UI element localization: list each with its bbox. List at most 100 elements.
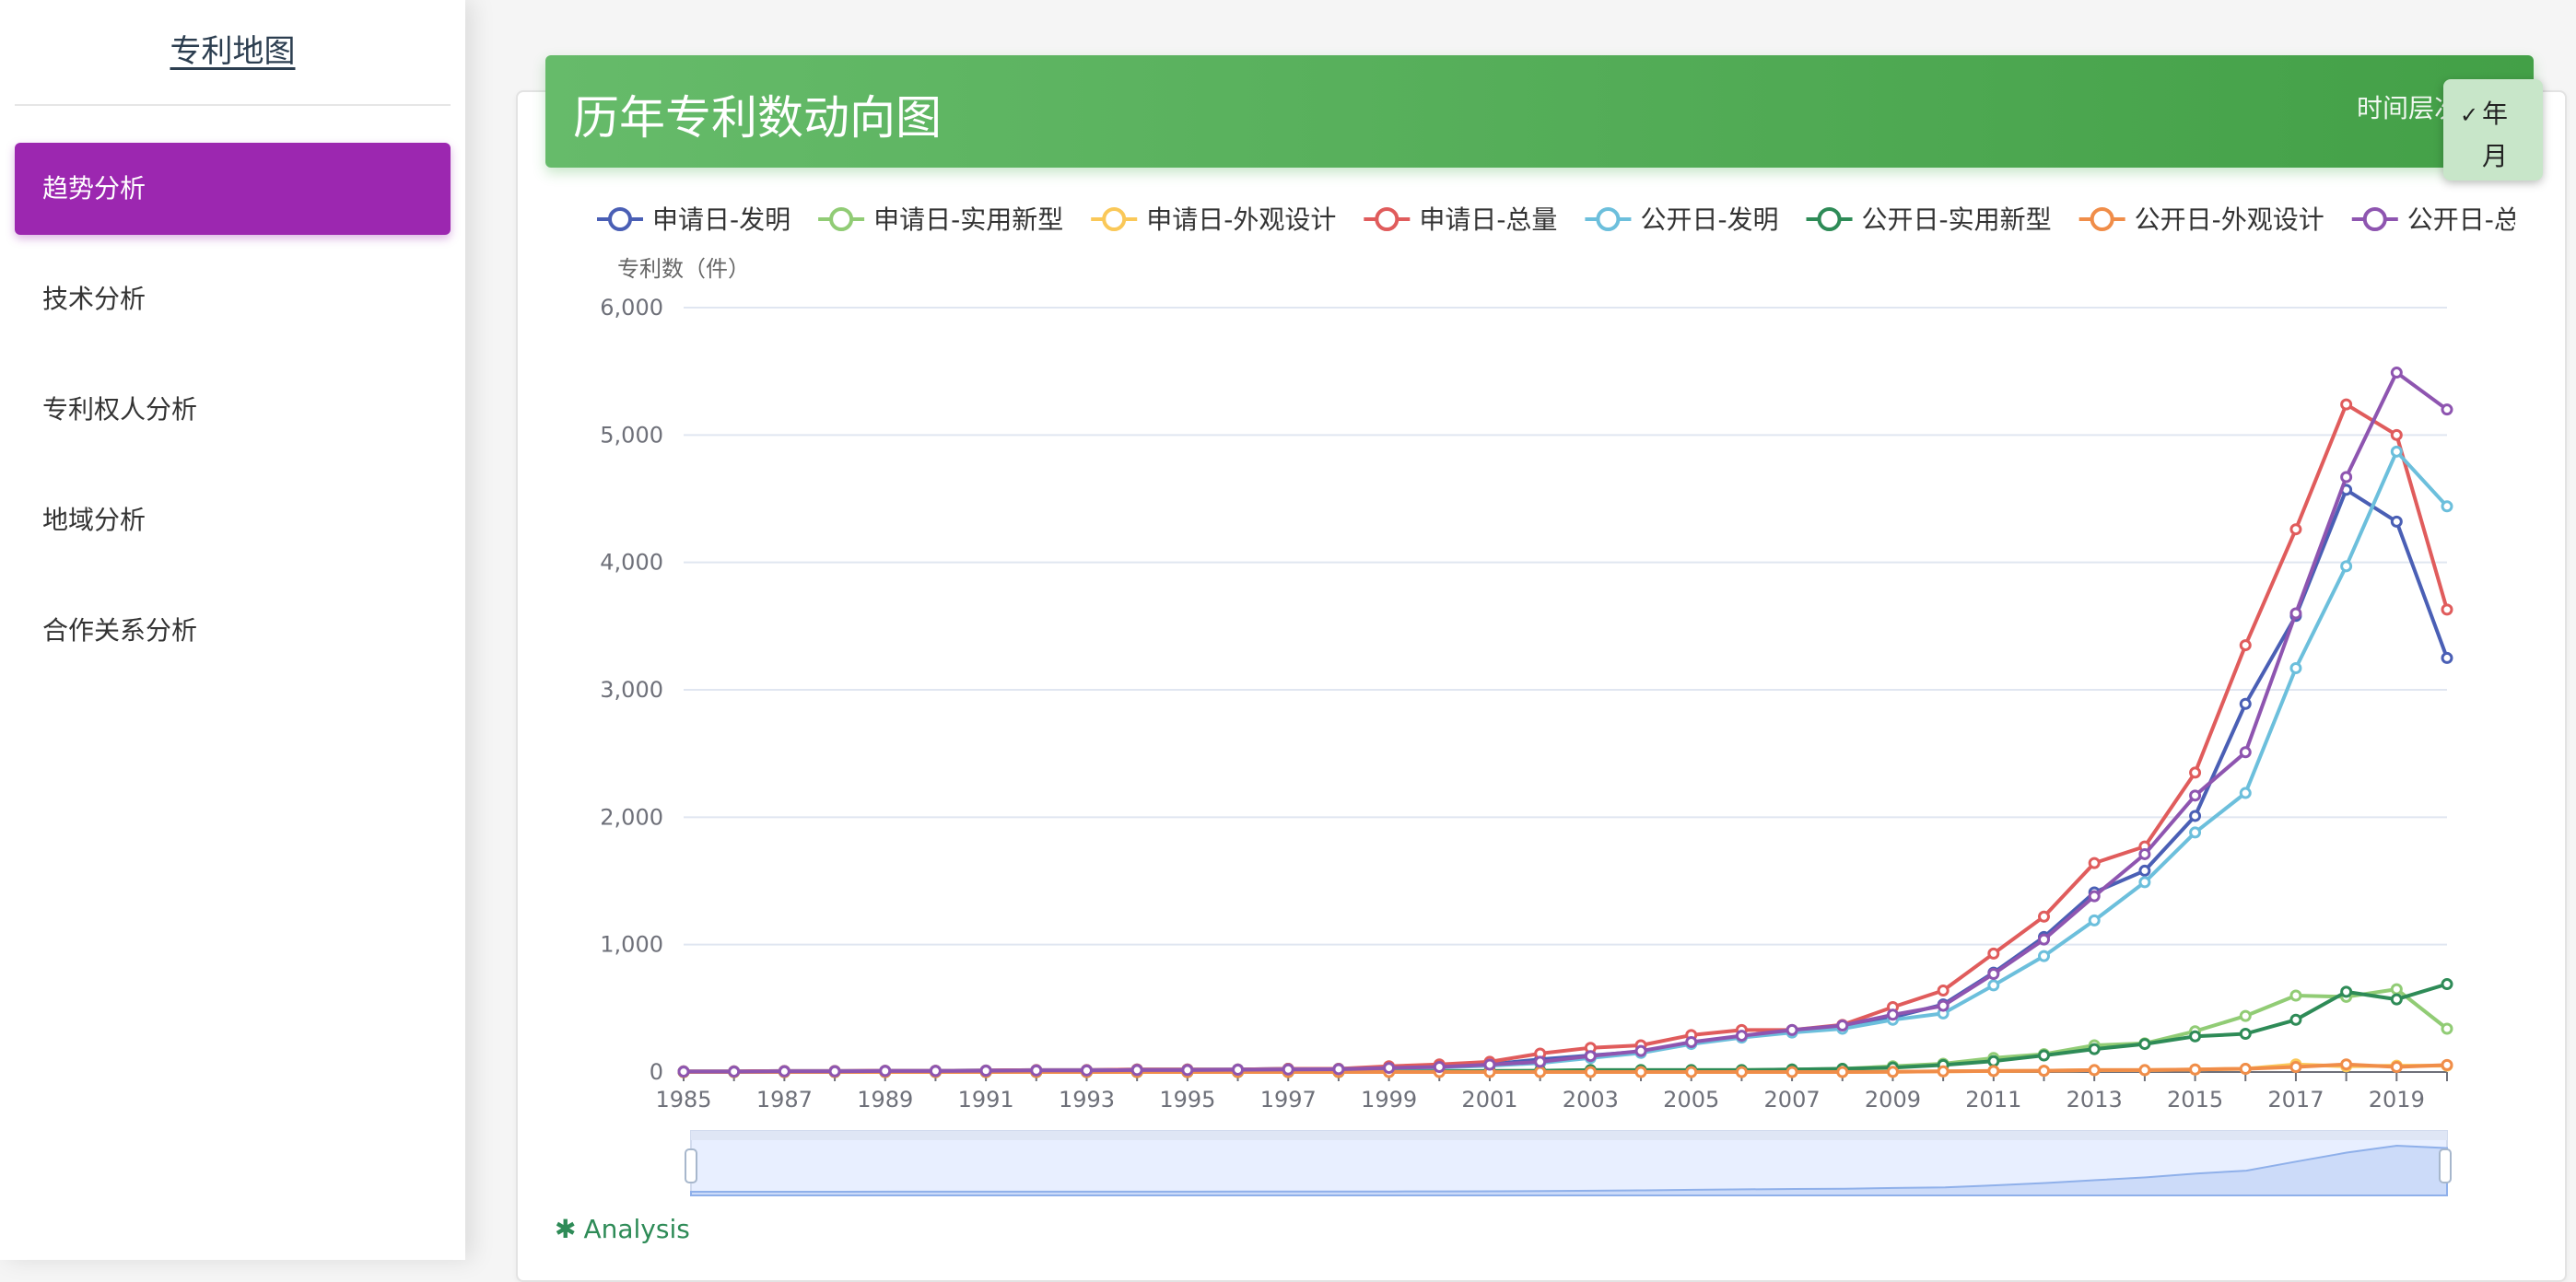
data-point: [2390, 515, 2403, 528]
legend-label-6: 公开日-实用新型: [1862, 204, 2052, 235]
x-tick-label: 2019: [2369, 1087, 2425, 1113]
data-point: [2441, 651, 2453, 664]
data-point: [2441, 603, 2453, 616]
data-point: [2138, 847, 2151, 860]
data-point: [2189, 1063, 2202, 1076]
data-point: [2239, 746, 2252, 759]
option-month[interactable]: 月: [2460, 136, 2508, 173]
x-tick-label: 1993: [1059, 1087, 1115, 1113]
data-point: [2189, 1030, 2202, 1043]
sidebar-item-patentee[interactable]: 专利权人分析: [15, 364, 451, 456]
data-point: [2239, 1028, 2252, 1040]
data-point: [2038, 950, 2051, 962]
data-point: [2239, 697, 2252, 710]
card-header: 历年专利数动向图 时间层次: [545, 55, 2534, 168]
data-point: [2289, 989, 2302, 1002]
data-point: [2138, 864, 2151, 877]
sidebar-item-cooperation[interactable]: 合作关系分析: [15, 585, 451, 677]
data-point: [1483, 1058, 1496, 1071]
legend-label-1: 申请日-发明: [652, 204, 790, 235]
x-tick-label: 2017: [2267, 1087, 2324, 1113]
data-point: [2138, 1064, 2151, 1077]
data-point: [2038, 933, 2051, 946]
x-tick-label: 1997: [1260, 1087, 1317, 1113]
legend-marker: [1596, 207, 1621, 231]
data-point: [2390, 445, 2403, 458]
data-point: [2289, 661, 2302, 674]
data-point: [1735, 1066, 1748, 1078]
data-point: [2441, 403, 2453, 416]
x-tick-label: 1987: [756, 1087, 813, 1113]
analysis-link[interactable]: ✱ Analysis: [555, 1214, 690, 1244]
legend-marker: [1102, 207, 1127, 231]
option-year-label: 年: [2482, 99, 2509, 129]
x-tick-label: 2011: [1965, 1087, 2021, 1113]
data-point: [1886, 1008, 1899, 1021]
sidebar-divider: [15, 104, 451, 106]
x-tick-label: 2015: [2167, 1087, 2223, 1113]
legend-label-3: 申请日-外观设计: [1146, 204, 1336, 235]
data-point: [2340, 1058, 2353, 1071]
data-point: [1534, 1055, 1547, 1068]
y-tick-label: 3,000: [600, 677, 663, 703]
data-point: [1634, 1044, 1647, 1057]
data-point: [2138, 1038, 2151, 1051]
x-tick-label: 2001: [1461, 1087, 1517, 1113]
data-point: [1332, 1063, 1345, 1076]
data-point: [1181, 1064, 1194, 1077]
data-point: [2441, 1022, 2453, 1035]
data-point: [677, 1066, 690, 1078]
option-year[interactable]: ✓ 年: [2460, 94, 2508, 131]
data-point: [2289, 607, 2302, 620]
data-point: [2390, 993, 2403, 1006]
data-point: [1786, 1023, 1798, 1036]
option-month-label: 月: [2482, 141, 2509, 171]
time-level-dropdown[interactable]: ✓ 年 月: [2443, 79, 2543, 181]
legend-label-7: 公开日-外观设计: [2135, 204, 2324, 235]
asterisk-icon: ✱: [555, 1214, 577, 1244]
data-point: [2189, 789, 2202, 802]
x-tick-label: 1999: [1361, 1087, 1417, 1113]
data-point: [2289, 523, 2302, 536]
data-point: [1987, 1065, 2000, 1078]
data-point: [2038, 910, 2051, 923]
y-tick-label: 1,000: [600, 932, 663, 958]
series-line-4: [684, 402, 2449, 1074]
data-point: [1282, 1063, 1294, 1076]
data-point: [1735, 1030, 1748, 1043]
data-point: [1836, 1066, 1849, 1078]
data-point: [879, 1065, 892, 1078]
data-point: [1634, 1066, 1647, 1078]
data-point: [778, 1065, 790, 1078]
sidebar-item-technology[interactable]: 技术分析: [15, 253, 451, 345]
data-point: [2340, 985, 2353, 998]
y-tick-label: 2,000: [600, 804, 663, 830]
data-point: [1584, 1050, 1597, 1063]
data-point: [1836, 1020, 1849, 1032]
data-point: [2239, 639, 2252, 652]
data-point: [2189, 766, 2202, 779]
sidebar-item-trend[interactable]: 趋势分析: [15, 143, 451, 235]
data-point: [2038, 1065, 2051, 1078]
data-point: [929, 1065, 942, 1078]
data-point: [2390, 983, 2403, 996]
data-point: [2189, 826, 2202, 839]
data-point: [1433, 1060, 1446, 1073]
data-point: [2340, 560, 2353, 573]
data-point: [1987, 979, 2000, 992]
zoom-handle-right: [2439, 1148, 2452, 1183]
data-point: [1987, 1055, 2000, 1067]
data-point: [2088, 857, 2101, 869]
data-point: [1886, 1066, 1899, 1078]
x-tick-label: 1989: [857, 1087, 913, 1113]
brand-link[interactable]: 专利地图: [0, 26, 465, 71]
data-point: [1030, 1064, 1043, 1077]
series-line-1: [684, 487, 2449, 1074]
x-tick-label: 2013: [2067, 1087, 2123, 1113]
y-tick-label: 6,000: [600, 295, 663, 320]
data-point: [1685, 1035, 1698, 1048]
legend-marker: [1817, 207, 1842, 231]
data-point: [2390, 1060, 2403, 1073]
trend-chart: 申请日-发明 申请日-实用新型 申请日-外观设计 申请日-总量 公开日-发明 公开日-实用…: [597, 204, 2515, 1196]
sidebar-item-region[interactable]: 地域分析: [15, 474, 451, 566]
